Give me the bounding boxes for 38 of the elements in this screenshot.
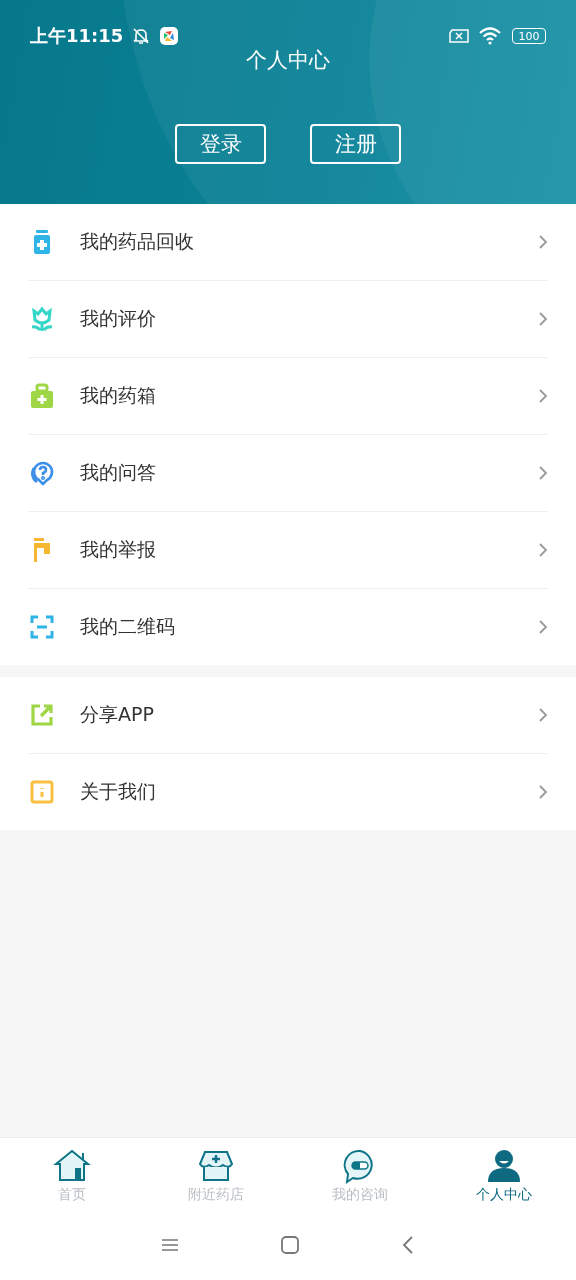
menu-item[interactable]: 我的问答 <box>28 435 548 512</box>
menu-item[interactable]: 我的评价 <box>28 281 548 358</box>
chevron-right-icon <box>538 388 548 404</box>
menu-label: 我的评价 <box>80 306 157 331</box>
store-icon <box>197 1148 235 1184</box>
menu-label: 我的药箱 <box>80 383 157 408</box>
page-title: 个人中心 <box>245 47 331 74</box>
house-icon <box>53 1148 91 1184</box>
chevron-right-icon <box>538 311 548 327</box>
auth-button[interactable]: 注册 <box>310 124 401 164</box>
battery-icon: 100 <box>512 28 546 44</box>
menu-label: 我的问答 <box>80 460 157 485</box>
home-button-icon[interactable] <box>280 1235 300 1255</box>
back-icon[interactable] <box>400 1235 416 1255</box>
menu-label: 我的举报 <box>80 537 157 562</box>
chevron-right-icon <box>538 234 548 250</box>
chevron-right-icon <box>538 619 548 635</box>
menu-item[interactable]: 我的药品回收 <box>28 204 548 281</box>
menu-item[interactable]: 关于我们 <box>28 754 548 830</box>
menu-label: 关于我们 <box>80 779 157 804</box>
app-logo-icon <box>159 26 180 46</box>
menu-label: 我的二维码 <box>80 614 176 639</box>
chevron-right-icon <box>538 707 548 723</box>
menu-item[interactable]: 我的举报 <box>28 512 548 589</box>
menu-item[interactable]: 分享APP <box>28 677 548 754</box>
chevron-right-icon <box>538 465 548 481</box>
sim-card-icon <box>448 28 470 44</box>
menu-label: 我的药品回收 <box>80 229 195 254</box>
auth-button[interactable]: 登录 <box>175 124 266 164</box>
menu-label: 分享APP <box>80 702 155 727</box>
person-icon <box>485 1148 523 1184</box>
chevron-right-icon <box>538 784 548 800</box>
status-time: 上午11:15 <box>30 24 124 48</box>
menu-item[interactable]: 我的二维码 <box>28 589 548 665</box>
menu-item[interactable]: 我的药箱 <box>28 358 548 435</box>
tab-item[interactable]: 个人中心 <box>432 1138 576 1210</box>
chevron-right-icon <box>538 542 548 558</box>
menu-icon[interactable] <box>160 1237 180 1253</box>
